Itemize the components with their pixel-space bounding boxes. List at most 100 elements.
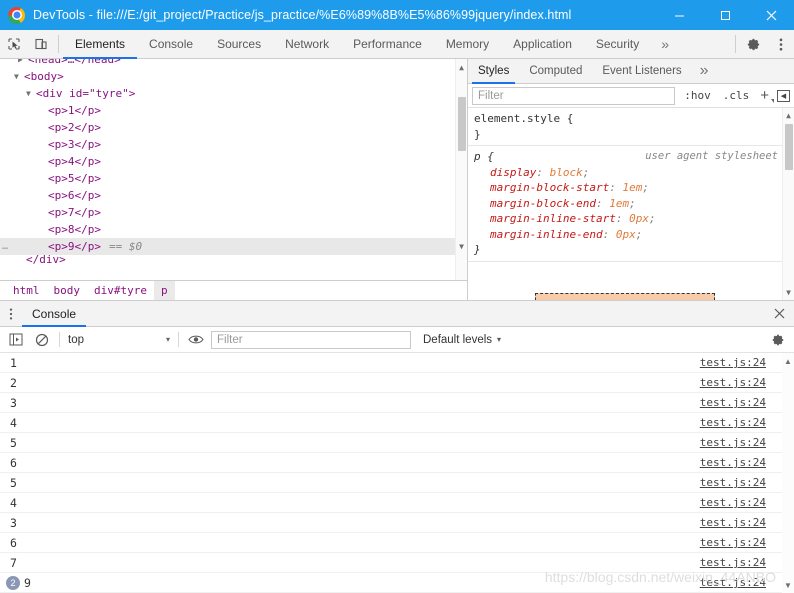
minimize-button[interactable] [656, 0, 702, 30]
console-scrollbar[interactable]: ▲ ▼ [782, 353, 794, 593]
live-expression-icon[interactable] [183, 327, 209, 352]
styles-scrollbar[interactable]: ▲ ▼ [782, 108, 794, 301]
console-message-row[interactable]: 5 test.js:24 [0, 473, 794, 494]
scroll-down-arrow-icon[interactable]: ▼ [783, 286, 794, 298]
console-filter-input[interactable] [211, 330, 411, 349]
new-style-rule-button[interactable]: + [758, 87, 774, 104]
tab-styles[interactable]: Styles [468, 59, 519, 84]
dom-row[interactable]: <p>8</p> [0, 221, 467, 238]
tab-sources[interactable]: Sources [205, 30, 273, 58]
console-message-source-link[interactable]: test.js:24 [700, 416, 766, 429]
expand-triangle-icon[interactable]: ▼ [26, 85, 36, 102]
dom-row[interactable]: ▼ <body> [0, 68, 467, 85]
console-message-source-link[interactable]: test.js:24 [700, 456, 766, 469]
css-declaration[interactable]: margin-block-end: 1em; [474, 196, 794, 212]
console-message-row[interactable]: 2 9 test.js:24 [0, 573, 794, 593]
console-sidebar-icon[interactable] [3, 327, 29, 352]
node-menu-dots-icon[interactable]: … [2, 238, 9, 255]
expand-triangle-icon[interactable]: ▶ [18, 59, 28, 68]
console-message-row[interactable]: 2 test.js:24 [0, 373, 794, 394]
console-message-row[interactable]: 3 test.js:24 [0, 513, 794, 534]
console-message-list[interactable]: 1 test.js:24 2 test.js:24 3 test.js:24 4… [0, 353, 794, 593]
breadcrumb-item-html[interactable]: html [6, 281, 47, 300]
scrollbar-thumb[interactable] [458, 97, 466, 151]
console-message-row[interactable]: 6 test.js:24 [0, 533, 794, 554]
console-message-source-link[interactable]: test.js:24 [700, 376, 766, 389]
scroll-down-arrow-icon[interactable]: ▼ [782, 579, 794, 591]
execution-context-select[interactable]: top ▾ [64, 327, 174, 352]
console-message-source-link[interactable]: test.js:24 [700, 356, 766, 369]
tab-memory[interactable]: Memory [434, 30, 501, 58]
dom-row[interactable]: <p>3</p> [0, 136, 467, 153]
breadcrumb-item-body[interactable]: body [47, 281, 88, 300]
chevron-down-icon[interactable]: ▾ [166, 335, 170, 344]
breadcrumb-item-div-tyre[interactable]: div#tyre [87, 281, 154, 300]
css-declaration[interactable]: margin-inline-end: 0px; [474, 227, 794, 243]
dom-row[interactable]: <p>4</p> [0, 153, 467, 170]
dom-row[interactable]: </div> [0, 255, 467, 264]
console-message-row[interactable]: 7 test.js:24 [0, 553, 794, 574]
console-message-source-link[interactable]: test.js:24 [700, 496, 766, 509]
css-declaration[interactable]: display: block; [474, 165, 794, 181]
gear-icon[interactable] [740, 30, 767, 58]
element-classes-button[interactable]: .cls [720, 89, 753, 102]
scroll-up-arrow-icon[interactable]: ▲ [783, 110, 794, 122]
console-message-source-link[interactable]: test.js:24 [700, 536, 766, 549]
css-rules-list[interactable]: element.style { } p { user agent stylesh… [468, 108, 794, 301]
toggle-sidebar-icon[interactable]: ◀ [777, 89, 790, 102]
console-message-row[interactable]: 5 test.js:24 [0, 433, 794, 454]
tab-security[interactable]: Security [584, 30, 651, 58]
dom-row-selected[interactable]: … <p>9</p> == $0 [0, 238, 467, 255]
console-message-source-link[interactable]: test.js:24 [700, 476, 766, 489]
console-message-source-link[interactable]: test.js:24 [700, 516, 766, 529]
styles-filter-input[interactable] [472, 86, 676, 105]
styles-more-tabs-icon[interactable]: » [692, 59, 717, 83]
css-rule-element-style[interactable]: element.style { } [468, 108, 794, 146]
console-message-row[interactable]: 1 test.js:24 [0, 353, 794, 374]
scroll-up-arrow-icon[interactable]: ▲ [456, 61, 467, 73]
console-message-row[interactable]: 4 test.js:24 [0, 493, 794, 514]
close-button[interactable] [748, 0, 794, 30]
css-declaration[interactable]: margin-block-start: 1em; [474, 180, 794, 196]
dom-tree-scrollbar[interactable]: ▲ ▼ [455, 59, 467, 281]
tab-network[interactable]: Network [273, 30, 341, 58]
chevron-down-icon[interactable]: ▾ [497, 335, 501, 344]
console-message-source-link[interactable]: test.js:24 [700, 436, 766, 449]
breadcrumb-item-p[interactable]: p [153, 281, 175, 301]
console-message-source-link[interactable]: test.js:24 [700, 396, 766, 409]
tab-performance[interactable]: Performance [341, 30, 434, 58]
log-levels-select[interactable]: Default levels ▾ [423, 334, 501, 346]
scroll-down-arrow-icon[interactable]: ▼ [456, 240, 467, 252]
scrollbar-thumb[interactable] [785, 124, 793, 170]
device-toolbar-icon[interactable] [27, 30, 54, 58]
console-message-row[interactable]: 6 test.js:24 [0, 453, 794, 474]
dom-row[interactable]: <p>6</p> [0, 187, 467, 204]
kebab-menu-icon[interactable] [767, 30, 794, 58]
console-message-source-link[interactable]: test.js:24 [700, 556, 766, 569]
inspect-element-icon[interactable] [0, 30, 27, 58]
console-settings-gear-icon[interactable] [765, 333, 791, 347]
drawer-tab-console[interactable]: Console [22, 301, 87, 328]
console-message-source-link[interactable]: test.js:24 [700, 576, 766, 589]
tab-event-listeners[interactable]: Event Listeners [592, 59, 691, 83]
css-rule-p[interactable]: p { user agent stylesheet display: block… [468, 146, 794, 262]
tab-computed[interactable]: Computed [519, 59, 592, 83]
dom-row[interactable]: <p>2</p> [0, 119, 467, 136]
tab-elements[interactable]: Elements [63, 30, 138, 59]
maximize-button[interactable] [702, 0, 748, 30]
expand-triangle-icon[interactable]: ▼ [14, 68, 24, 85]
clear-console-icon[interactable] [29, 327, 55, 352]
more-tabs-icon[interactable]: » [651, 30, 679, 58]
drawer-kebab-menu-icon[interactable] [0, 301, 22, 326]
dom-row[interactable]: <p>1</p> [0, 102, 467, 119]
close-drawer-icon[interactable] [764, 301, 794, 326]
dom-row[interactable]: <p>5</p> [0, 170, 467, 187]
css-declaration[interactable]: margin-inline-start: 0px; [474, 211, 794, 227]
dom-row[interactable]: ▶ <head>…</head> [0, 59, 467, 68]
console-message-row[interactable]: 3 test.js:24 [0, 393, 794, 414]
console-message-row[interactable]: 4 test.js:24 [0, 413, 794, 434]
tab-console[interactable]: Console [137, 30, 205, 58]
tab-application[interactable]: Application [501, 30, 584, 58]
scroll-up-arrow-icon[interactable]: ▲ [782, 355, 794, 367]
hover-state-button[interactable]: :hov [681, 89, 714, 102]
